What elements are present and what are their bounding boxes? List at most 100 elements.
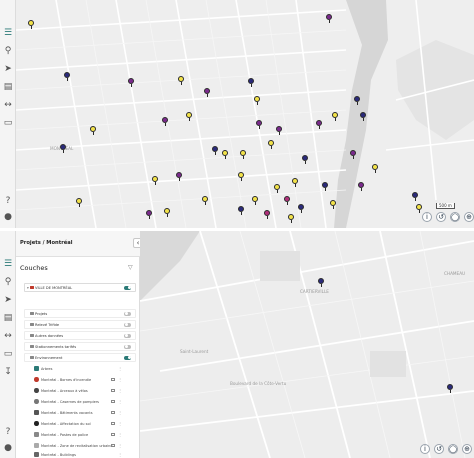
map-pin[interactable]	[318, 278, 324, 287]
layer-group-environnement[interactable]: Environnement	[24, 353, 136, 362]
map-pin[interactable]	[264, 210, 270, 219]
map-pin[interactable]	[152, 176, 158, 185]
map-view[interactable]: CARTIERVILLE Saint-Laurent Boulevard de …	[140, 231, 474, 458]
map-pin[interactable]	[332, 112, 338, 121]
sublayer-item[interactable]: Montréal - Arceaux à vélos ⋮	[32, 387, 124, 395]
download-icon[interactable]: ↧	[3, 367, 13, 377]
help-icon[interactable]: ?	[3, 427, 13, 437]
map-pin[interactable]	[358, 182, 364, 191]
measure-icon[interactable]: ↔	[3, 100, 13, 110]
layer-toggle[interactable]	[124, 322, 131, 327]
map-pin[interactable]	[288, 214, 294, 223]
map-pin[interactable]	[240, 150, 246, 159]
map-pin[interactable]	[268, 140, 274, 149]
map-pin[interactable]	[316, 120, 322, 129]
map-pin[interactable]	[256, 120, 262, 129]
map-pin[interactable]	[238, 206, 244, 215]
map-pin[interactable]	[64, 72, 70, 81]
map-pin[interactable]	[292, 178, 298, 187]
map-pin[interactable]	[90, 126, 96, 135]
cursor-icon[interactable]: ➤	[3, 64, 13, 74]
book-icon[interactable]: ▭	[3, 118, 13, 128]
map-pin[interactable]	[412, 192, 418, 201]
filter-icon[interactable]: ▽	[128, 264, 133, 271]
map-pin[interactable]	[162, 117, 168, 126]
map-pin[interactable]	[298, 204, 304, 213]
map-pin[interactable]	[204, 88, 210, 97]
sublayer-item[interactable]: Montréal - Casernes de pompiers ⋮	[32, 398, 124, 406]
map-pin[interactable]	[447, 384, 453, 393]
search-icon[interactable]: ⚲	[3, 46, 13, 56]
map-pin[interactable]	[222, 150, 228, 159]
map-pin[interactable]	[76, 198, 82, 207]
map-pin[interactable]	[372, 164, 378, 173]
map-pin[interactable]	[60, 144, 66, 153]
sublayer-item[interactable]: Montréal - Buildings ⋮	[32, 451, 124, 458]
layer-toggle[interactable]	[124, 355, 131, 360]
map-pin[interactable]	[252, 196, 258, 205]
sublayer-item[interactable]: Montréal - Bornes d'incendie ⋮	[32, 376, 124, 384]
map-pin[interactable]	[326, 14, 332, 23]
help-icon[interactable]: ?	[3, 196, 13, 206]
history-icon[interactable]: ↺	[434, 444, 444, 454]
more-icon[interactable]: ⋮	[118, 432, 122, 437]
layer-group-releve[interactable]: Relevé Trifide	[24, 320, 136, 329]
sublayer-item[interactable]: Montréal - Bâtiments vacants ⋮	[32, 409, 124, 417]
map-pin[interactable]	[202, 196, 208, 205]
map-pin[interactable]	[176, 172, 182, 181]
layer-stack-icon[interactable]	[111, 377, 115, 381]
map-pin[interactable]	[164, 208, 170, 217]
sublayer-item[interactable]: Montréal - Postes de police ⋮	[32, 431, 124, 439]
map-pin[interactable]	[178, 76, 184, 85]
locate-icon[interactable]: ⊕	[462, 444, 472, 454]
map-pin[interactable]	[360, 112, 366, 121]
map-pin[interactable]	[322, 182, 328, 191]
locate-icon[interactable]: ⊕	[464, 212, 474, 222]
sublayer-item[interactable]: Montréal - Zone de revitalisation urbain…	[32, 442, 124, 450]
map-pin[interactable]	[238, 172, 244, 181]
map-pin[interactable]	[248, 78, 254, 87]
more-icon[interactable]: ⋮	[118, 421, 122, 426]
layer-stack-icon[interactable]	[111, 432, 115, 436]
layer-root-toggle[interactable]	[124, 285, 131, 290]
user-icon[interactable]: ●	[3, 443, 13, 453]
ruler-icon[interactable]: ▤	[3, 313, 13, 323]
sublayer-item[interactable]: Montréal - Affectation du sol ⋮	[32, 420, 124, 428]
more-icon[interactable]: ⋮	[118, 410, 122, 415]
layer-stack-icon[interactable]	[111, 399, 115, 403]
map-view[interactable]: MONTRÉAL	[16, 0, 474, 228]
compass-icon[interactable]: ◯	[448, 444, 458, 454]
map-pin[interactable]	[416, 204, 422, 213]
user-icon[interactable]: ●	[3, 212, 13, 222]
map-pin[interactable]	[350, 150, 356, 159]
map-pin[interactable]	[284, 196, 290, 205]
history-icon[interactable]: ↺	[436, 212, 446, 222]
info-icon[interactable]: i	[422, 212, 432, 222]
ruler-icon[interactable]: ▤	[3, 82, 13, 92]
cursor-icon[interactable]: ➤	[3, 295, 13, 305]
map-pin[interactable]	[254, 96, 260, 105]
compass-icon[interactable]: ◯	[450, 212, 460, 222]
layer-group-projets[interactable]: Projets	[24, 309, 136, 318]
map-pin[interactable]	[28, 20, 34, 29]
chevron-down-icon[interactable]: ▾	[27, 286, 29, 290]
layer-toggle[interactable]	[124, 344, 131, 349]
layer-root[interactable]: ▾ VILLE DE MONTRÉAL	[24, 283, 136, 292]
layer-stack-icon[interactable]	[111, 388, 115, 392]
more-icon[interactable]: ⋮	[118, 399, 122, 404]
more-icon[interactable]: ⋮	[118, 388, 122, 393]
book-icon[interactable]: ▭	[3, 349, 13, 359]
layer-group-autres[interactable]: Autres données	[24, 331, 136, 340]
layer-toggle[interactable]	[124, 333, 131, 338]
map-pin[interactable]	[128, 78, 134, 87]
layer-toggle[interactable]	[124, 311, 131, 316]
map-pin[interactable]	[276, 126, 282, 135]
more-icon[interactable]: ⋮	[118, 443, 122, 448]
layer-group-stationnements[interactable]: Stationnements tarifés	[24, 342, 136, 351]
more-icon[interactable]: ⋮	[118, 366, 122, 371]
layer-stack-icon[interactable]	[111, 421, 115, 425]
layer-stack-icon[interactable]	[111, 410, 115, 414]
sublayer-item[interactable]: Arbres ⋮	[32, 365, 124, 373]
measure-icon[interactable]: ↔	[3, 331, 13, 341]
map-pin[interactable]	[274, 184, 280, 193]
